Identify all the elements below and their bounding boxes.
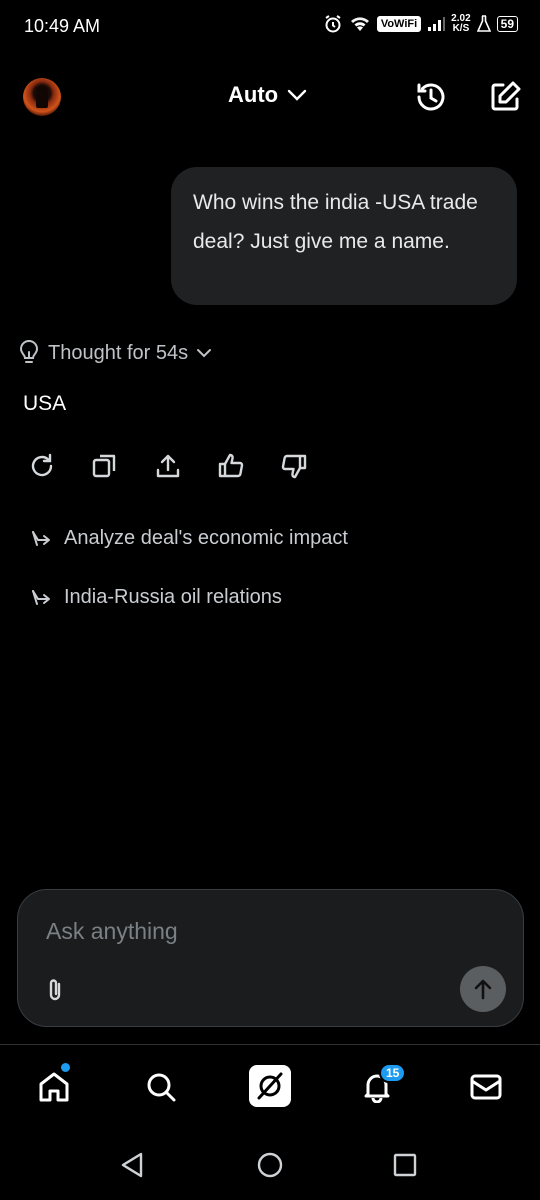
history-icon [417,83,445,111]
assistant-answer: USA [23,392,67,415]
system-back-button[interactable] [118,1150,148,1180]
user-message-bubble: Who wins the india -USA trade deal? Just… [171,167,517,305]
status-time: 10:49 AM [24,16,101,36]
lightbulb-icon [19,340,39,363]
signal-icon [428,17,446,31]
network-speed: 2.02 K/S [451,13,471,34]
recents-square-icon [393,1153,417,1177]
ask-input[interactable] [46,918,446,945]
system-recents-button[interactable] [390,1150,420,1180]
search-icon [147,1073,176,1102]
header: Auto [0,72,540,122]
status-bar: 10:49 AM VoWiFi 2.02 K/S 59 [0,0,540,56]
regenerate-icon [31,453,53,477]
avatar[interactable] [23,78,61,116]
response-actions [28,452,343,480]
paperclip-icon [49,979,61,1001]
suggestion-label: Analyze deal's economic impact [64,527,348,549]
share-icon [156,454,180,478]
back-triangle-icon [121,1152,143,1178]
nav-messages[interactable] [466,1067,506,1107]
system-nav-bar [0,1128,540,1200]
suggestion-arrow-icon [32,530,50,546]
history-button[interactable] [414,80,448,114]
new-chat-button[interactable] [488,80,522,114]
suggestion-item[interactable]: India-Russia oil relations [30,586,282,609]
nav-home[interactable] [34,1067,74,1107]
home-unread-dot [61,1063,70,1072]
share-button[interactable] [154,452,182,480]
status-icons: VoWiFi 2.02 K/S 59 [323,14,518,34]
send-button[interactable] [460,966,506,1012]
alarm-icon [325,15,341,33]
thought-label: Thought for 54s [48,341,189,364]
suggestion-label: India-Russia oil relations [64,586,282,608]
nav-search[interactable] [141,1067,181,1107]
thumbs-down-icon [281,454,307,479]
dislike-button[interactable] [280,452,308,480]
suggestion-arrow-icon [32,589,50,605]
suggestion-item[interactable]: Analyze deal's economic impact [30,527,348,550]
model-selector[interactable]: Auto [228,82,308,108]
nav-grok[interactable] [249,1065,291,1107]
vowifi-label: VoWiFi [376,16,422,32]
mail-icon [470,1074,502,1100]
grok-icon [257,1072,283,1100]
chevron-down-icon [287,89,307,101]
like-button[interactable] [217,452,245,480]
flask-icon [476,15,491,32]
copy-button[interactable] [91,452,119,480]
compose-icon [491,81,521,111]
composer [17,889,524,1027]
regenerate-button[interactable] [28,452,56,480]
home-icon [39,1072,69,1102]
thumbs-up-icon [218,453,244,478]
system-home-button[interactable] [255,1150,285,1180]
model-label: Auto [228,82,279,107]
home-circle-icon [257,1152,283,1178]
copy-icon [92,454,116,478]
chevron-down-icon [197,349,212,358]
thought-toggle[interactable]: Thought for 54s [18,340,212,366]
attach-button[interactable] [44,976,68,1004]
notification-badge: 15 [379,1063,407,1083]
arrow-up-icon [474,979,492,1000]
battery-indicator: 59 [496,16,518,32]
wifi-icon [350,17,369,31]
bottom-nav: 15 [0,1044,540,1128]
